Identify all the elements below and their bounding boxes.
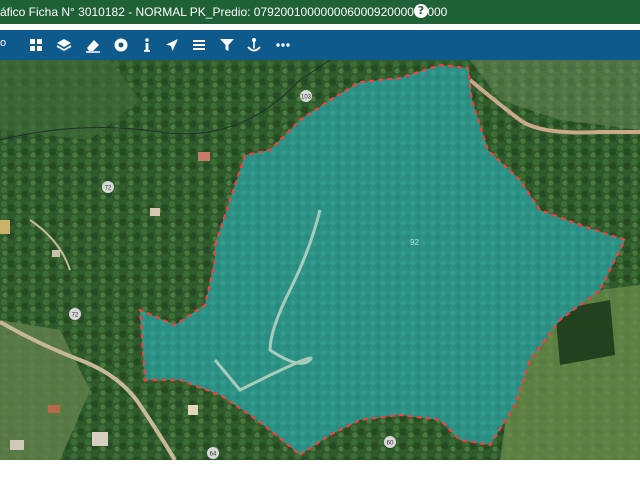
navigate-icon[interactable] (163, 36, 181, 54)
satellite-map[interactable]: 92 103 72 72 64 60 (0, 60, 640, 460)
svg-text:72: 72 (105, 186, 112, 192)
record-icon[interactable] (112, 36, 130, 54)
road-marker: 103 (300, 90, 312, 102)
eraser-icon[interactable] (84, 36, 102, 54)
parcel-label: 92 (410, 238, 419, 247)
svg-text:64: 64 (210, 452, 217, 458)
road-marker: 64 (207, 447, 219, 459)
info-icon[interactable] (138, 36, 156, 54)
building (10, 440, 24, 450)
building (150, 208, 160, 216)
map-canvas[interactable]: 92 103 72 72 64 60 (0, 60, 640, 460)
anchor-icon[interactable] (245, 36, 263, 54)
help-button[interactable]: ? (414, 4, 428, 18)
svg-text:72: 72 (72, 313, 79, 319)
road-marker: 72 (102, 181, 114, 193)
more-icon[interactable] (274, 36, 292, 54)
toolbar-truncated-label: o (0, 37, 7, 49)
title-bar: áfico Ficha N° 3010182 - NORMAL PK_Predi… (0, 0, 640, 24)
menu-icon[interactable] (190, 36, 208, 54)
road-marker: 72 (69, 308, 81, 320)
filter-icon[interactable] (218, 36, 236, 54)
building (92, 432, 108, 446)
svg-text:103: 103 (301, 95, 312, 101)
window-title: áfico Ficha N° 3010182 - NORMAL PK_Predi… (0, 5, 448, 19)
building (188, 405, 198, 415)
bottom-bar (0, 460, 640, 480)
grid-icon[interactable] (27, 36, 45, 54)
building (48, 405, 60, 413)
map-toolbar: o (0, 30, 640, 60)
road-marker: 60 (384, 436, 396, 448)
building (0, 220, 10, 234)
layers-icon[interactable] (55, 36, 73, 54)
svg-text:60: 60 (387, 441, 394, 447)
building (198, 152, 210, 161)
building (52, 250, 60, 257)
